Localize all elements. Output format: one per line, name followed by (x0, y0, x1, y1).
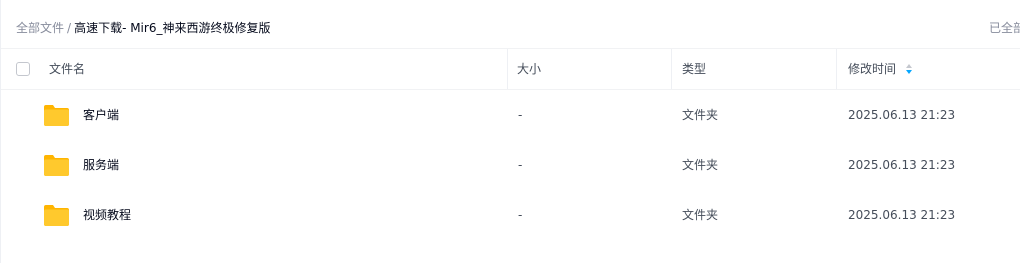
file-modified-time: 2025.06.13 21:23 (848, 108, 956, 122)
breadcrumb: 全部文件 / 高速下载- Mir6_神来西游终极修复版 (16, 20, 270, 36)
table-header: 文件名 大小 类型 修改时间 (1, 48, 1020, 90)
file-type: 文件夹 (682, 208, 719, 222)
header-type[interactable]: 类型 (682, 61, 706, 77)
file-size: - (518, 158, 523, 172)
breadcrumb-root-link[interactable]: 全部文件 (16, 21, 64, 35)
select-all-checkbox[interactable] (16, 62, 30, 76)
breadcrumb-current-folder: 高速下载- Mir6_神来西游终极修复版 (74, 21, 271, 35)
header-modified-time[interactable]: 修改时间 (848, 61, 896, 77)
file-size: - (518, 208, 523, 222)
breadcrumb-separator: / (67, 21, 72, 35)
header-filename[interactable]: 文件名 (49, 61, 85, 77)
sort-icon[interactable] (906, 64, 912, 74)
file-name[interactable]: 服务端 (83, 157, 119, 173)
column-divider[interactable] (671, 49, 672, 89)
table-row[interactable]: 视频教程 - 文件夹 2025.06.13 21:23 (1, 190, 1020, 240)
file-size: - (518, 108, 523, 122)
file-type: 文件夹 (682, 158, 719, 172)
file-name[interactable]: 视频教程 (83, 207, 131, 223)
column-divider[interactable] (836, 49, 837, 89)
folder-icon (44, 205, 69, 226)
file-type: 文件夹 (682, 108, 719, 122)
header-size[interactable]: 大小 (517, 61, 541, 77)
sort-down-arrow (906, 70, 912, 74)
top-bar: 全部文件/高速下载- Mir6_神来西游终极修复版 已全部加载 (1, 0, 1020, 48)
file-browser: 全部文件/高速下载- Mir6_神来西游终极修复版 已全部加载 文件名 大小 类… (0, 0, 1020, 263)
folder-icon (44, 105, 69, 126)
sort-up-arrow (906, 64, 912, 68)
file-modified-time: 2025.06.13 21:23 (848, 208, 956, 222)
file-name[interactable]: 客户端 (83, 107, 119, 123)
file-modified-time: 2025.06.13 21:23 (848, 158, 956, 172)
table-row[interactable]: 客户端 - 文件夹 2025.06.13 21:23 (1, 90, 1020, 140)
column-divider[interactable] (507, 49, 508, 89)
folder-icon (44, 155, 69, 176)
table-row[interactable]: 服务端 - 文件夹 2025.06.13 21:23 (1, 140, 1020, 190)
loaded-status-text: 已全部加载 (989, 21, 1020, 35)
